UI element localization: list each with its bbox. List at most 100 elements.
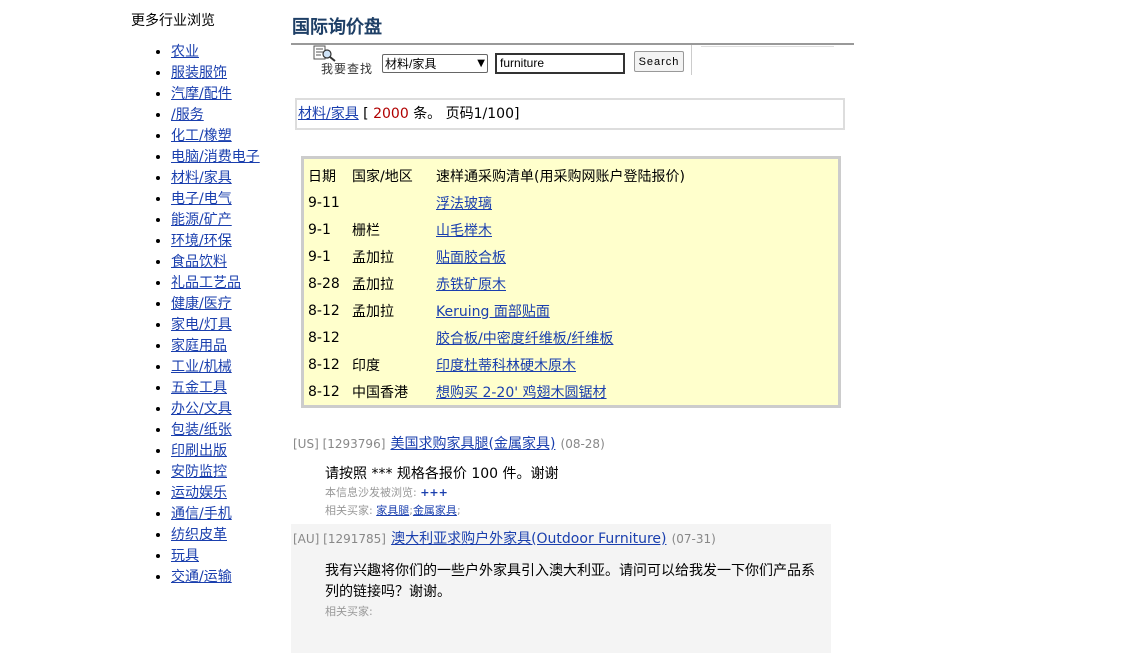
list-item: 农业: [171, 42, 281, 63]
related-label: 相关买家:: [325, 504, 373, 517]
list-item: 服装服饰: [171, 63, 281, 84]
list-item: 食品饮料: [171, 252, 281, 273]
industry-link[interactable]: 能源/矿产: [171, 212, 232, 228]
list-item: 礼品工艺品: [171, 273, 281, 294]
row-country: 栅栏: [352, 222, 380, 239]
list-item: 电子/电气: [171, 189, 281, 210]
industry-link[interactable]: 办公/文具: [171, 401, 232, 417]
industry-link[interactable]: /服务: [171, 107, 204, 123]
count-unit: 条。: [413, 106, 442, 122]
sidebar-title: 更多行业浏览: [131, 13, 215, 29]
views-label: 本信息沙发被浏览:: [325, 486, 417, 499]
entry-date: (07-31): [671, 532, 716, 546]
industry-link[interactable]: 食品饮料: [171, 254, 227, 270]
industry-link[interactable]: 环境/环保: [171, 233, 232, 249]
table-row: 8-12 胶合板/中密度纤维板/纤维板: [308, 324, 685, 351]
industry-link[interactable]: 运动娱乐: [171, 485, 227, 501]
related-separator: ;: [456, 504, 461, 517]
row-date: 9-1: [308, 221, 331, 238]
inquiry-entry: [AU] [1291785] 澳大利亚求购户外家具(Outdoor Furnit…: [291, 524, 831, 653]
category-link[interactable]: 材料/家具: [298, 106, 359, 122]
industry-link[interactable]: 安防监控: [171, 464, 227, 480]
entry-title-link[interactable]: 美国求购家具腿(金属家具): [390, 436, 555, 452]
row-date: 8-12: [308, 329, 340, 346]
industry-link[interactable]: 健康/医疗: [171, 296, 232, 312]
industry-link[interactable]: 玩具: [171, 548, 199, 564]
list-item: 办公/文具: [171, 399, 281, 420]
sourcing-table: 日期 国家/地区 速样通采购清单(用采购网账户登陆报价) 9-11 浮法玻璃 9…: [308, 162, 685, 405]
list-item: 汽摩/配件: [171, 84, 281, 105]
row-title-link[interactable]: 想购买 2-20' 鸡翅木圆锯材: [436, 385, 607, 401]
row-title-link[interactable]: Keruing 面部贴面: [436, 304, 550, 320]
row-title-link[interactable]: 胶合板/中密度纤维板/纤维板: [436, 331, 613, 347]
entry-related: 相关买家:: [325, 603, 829, 621]
search-bar: 我要查找 材料/家具 ▼ furniture Search: [311, 45, 692, 76]
row-country: 孟加拉: [352, 276, 394, 293]
entry-date: (08-28): [560, 437, 605, 451]
search-input[interactable]: furniture: [495, 53, 625, 74]
industry-link[interactable]: 礼品工艺品: [171, 275, 241, 291]
list-item: 运动娱乐: [171, 483, 281, 504]
industry-link[interactable]: 包装/纸张: [171, 422, 232, 438]
row-title-link[interactable]: 赤铁矿原木: [436, 277, 506, 293]
table-row: 8-28 孟加拉 赤铁矿原木: [308, 270, 685, 297]
industry-link[interactable]: 五金工具: [171, 380, 227, 396]
table-row: 9-1 栅栏 山毛榉木: [308, 216, 685, 243]
result-summary: 材料/家具 [ 2000 条。 页码1/100]: [295, 98, 845, 130]
list-item: 通信/手机: [171, 504, 281, 525]
result-count: 2000: [373, 106, 409, 122]
row-title-link[interactable]: 印度杜蒂科林硬木原木: [436, 358, 576, 374]
industry-link[interactable]: 家电/灯具: [171, 317, 232, 333]
row-title-link[interactable]: 贴面胶合板: [436, 250, 506, 266]
industry-link[interactable]: 化工/橡塑: [171, 128, 232, 144]
entry-related: 相关买家: 家具腿;金属家具;: [325, 502, 833, 520]
industry-link[interactable]: 印刷出版: [171, 443, 227, 459]
industry-link[interactable]: 纺织皮革: [171, 527, 227, 543]
industry-link[interactable]: 电子/电气: [171, 191, 232, 207]
related-label: 相关买家:: [325, 605, 373, 618]
row-title-link[interactable]: 山毛榉木: [436, 223, 492, 239]
industry-link[interactable]: 家庭用品: [171, 338, 227, 354]
list-item: 环境/环保: [171, 231, 281, 252]
list-item: 化工/橡塑: [171, 126, 281, 147]
list-item: 安防监控: [171, 462, 281, 483]
list-item: 交通/运输: [171, 567, 281, 588]
list-item: 包装/纸张: [171, 420, 281, 441]
industry-link[interactable]: 通信/手机: [171, 506, 232, 522]
page-indicator: 页码1/100]: [445, 106, 520, 122]
industry-list: 农业 服装服饰 汽摩/配件 /服务 化工/橡塑 电脑/消费电子 材料/家具 电子…: [131, 42, 281, 588]
search-button[interactable]: Search: [634, 51, 684, 72]
search-label: 我要查找: [321, 62, 374, 76]
related-link[interactable]: 金属家具: [413, 504, 457, 517]
industry-link[interactable]: 交通/运输: [171, 569, 232, 585]
views-indicator: +++: [420, 486, 448, 499]
category-select-value: 材料/家具: [385, 57, 437, 71]
header-title: 速样通采购清单(用采购网账户登陆报价): [436, 168, 685, 185]
table-header: 日期 国家/地区 速样通采购清单(用采购网账户登陆报价): [308, 162, 685, 189]
row-country: [352, 324, 436, 351]
category-select[interactable]: 材料/家具 ▼: [382, 54, 488, 73]
entry-body: 请按照 *** 规格各报价 100 件。谢谢: [325, 466, 559, 482]
row-title-link[interactable]: 浮法玻璃: [436, 196, 492, 212]
header-country: 国家/地区: [352, 168, 413, 185]
table-row: 8-12 中国香港 想购买 2-20' 鸡翅木圆锯材: [308, 378, 685, 405]
entry-title-link[interactable]: 澳大利亚求购户外家具(Outdoor Furniture): [391, 531, 666, 547]
industry-link[interactable]: 电脑/消费电子: [171, 149, 260, 165]
divider: [701, 46, 834, 47]
row-date: 8-12: [308, 302, 340, 319]
list-item: 五金工具: [171, 378, 281, 399]
list-item: 电脑/消费电子: [171, 147, 281, 168]
quick-sourcing-panel: 日期 国家/地区 速样通采购清单(用采购网账户登陆报价) 9-11 浮法玻璃 9…: [301, 156, 841, 408]
industry-link[interactable]: 工业/机械: [171, 359, 232, 375]
industry-link[interactable]: 服装服饰: [171, 65, 227, 81]
row-date: 8-12: [308, 383, 340, 400]
list-item: 健康/医疗: [171, 294, 281, 315]
bracket-open: [: [363, 106, 369, 122]
list-item: /服务: [171, 105, 281, 126]
industry-link[interactable]: 汽摩/配件: [171, 86, 232, 102]
industry-link[interactable]: 材料/家具: [171, 170, 232, 186]
industry-link[interactable]: 农业: [171, 44, 199, 60]
entry-views: 本信息沙发被浏览: +++: [325, 484, 833, 502]
row-date: 9-1: [308, 248, 331, 265]
related-link[interactable]: 家具腿: [376, 504, 409, 517]
